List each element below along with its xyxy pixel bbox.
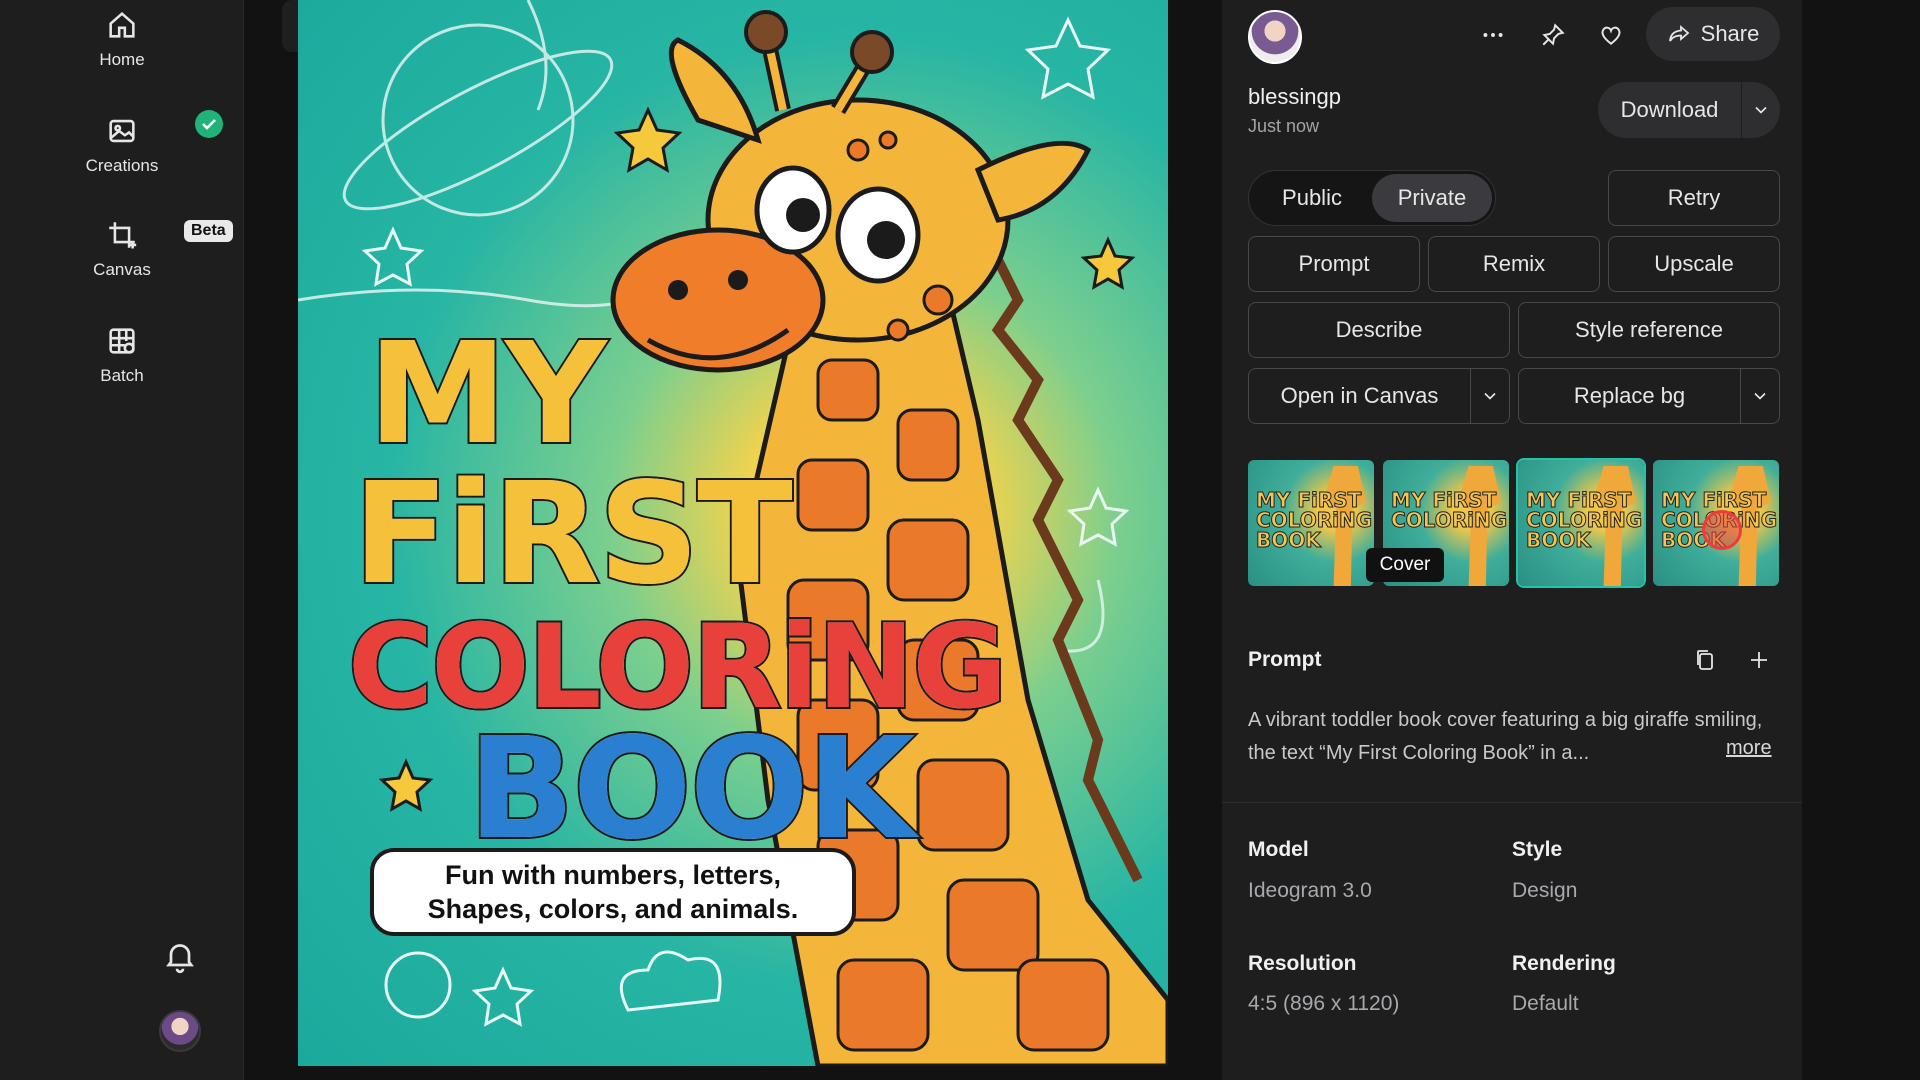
poster-subtitle-line2: Shapes, colors, and animals. xyxy=(427,894,799,924)
more-horizontal-icon xyxy=(1483,33,1503,37)
open-in-canvas-button[interactable]: Open in Canvas xyxy=(1249,383,1470,409)
style-label: Style xyxy=(1512,838,1563,861)
page-background xyxy=(1802,0,1920,1080)
thumbnail[interactable]: MY FiRST COLORiNG BOOK xyxy=(1248,460,1374,586)
remix-button[interactable]: Remix xyxy=(1428,236,1600,292)
prompt-text: A vibrant toddler book cover featuring a… xyxy=(1248,709,1763,764)
more-link[interactable]: more xyxy=(1726,737,1772,760)
sidebar-item-creations[interactable]: Creations xyxy=(0,110,244,176)
plus-icon xyxy=(1751,652,1767,668)
replace-bg-options-button[interactable] xyxy=(1741,386,1779,406)
private-option[interactable]: Private xyxy=(1372,174,1492,222)
pin-button[interactable] xyxy=(1534,16,1572,54)
thumbnail-selected[interactable]: MY FiRST COLORiNG BOOK xyxy=(1516,458,1646,588)
like-button[interactable] xyxy=(1592,16,1630,54)
sidebar: Home Creations Beta Canvas Batch xyxy=(0,0,244,1080)
creator-avatar[interactable] xyxy=(1248,10,1302,64)
chevron-down-icon xyxy=(1484,392,1496,400)
image-icon xyxy=(109,119,135,143)
cursor-indicator xyxy=(1702,510,1742,550)
crop-icon xyxy=(109,222,137,249)
sidebar-item-batch[interactable]: Batch xyxy=(0,324,244,386)
rendering-label: Rendering xyxy=(1512,952,1616,975)
download-options-button[interactable] xyxy=(1742,100,1780,120)
download-button[interactable]: Download xyxy=(1598,97,1741,123)
open-in-canvas-options-button[interactable] xyxy=(1471,386,1509,406)
home-icon xyxy=(109,11,135,38)
resolution-label: Resolution xyxy=(1248,952,1357,975)
heart-icon xyxy=(1601,26,1621,45)
replace-bg-split-button: Replace bg xyxy=(1518,368,1780,424)
poster-title-line4: BOOK xyxy=(466,708,917,871)
prompt-section-title: Prompt xyxy=(1248,648,1322,671)
retry-button[interactable]: Retry xyxy=(1608,170,1780,226)
share-arrow-icon xyxy=(1668,25,1690,42)
poster-title-line1: MY xyxy=(366,313,609,476)
success-check-icon xyxy=(195,110,223,138)
poster-subtitle: Fun with numbers, letters, Shapes, color… xyxy=(370,848,856,936)
replace-bg-button[interactable]: Replace bg xyxy=(1519,383,1740,409)
visibility-toggle: Public Private xyxy=(1248,170,1496,226)
creator-username[interactable]: blessingp xyxy=(1248,84,1341,110)
user-avatar[interactable] xyxy=(159,1010,201,1052)
chevron-down-icon xyxy=(1754,392,1766,400)
share-button[interactable]: Share xyxy=(1646,7,1780,61)
add-prompt-button[interactable] xyxy=(1740,641,1778,679)
created-time: Just now xyxy=(1248,116,1320,136)
more-options-button[interactable] xyxy=(1474,16,1512,54)
variation-thumbnails: MY FiRST COLORiNG BOOK MY FiRST COLORiNG… xyxy=(1248,458,1780,588)
chevron-down-icon xyxy=(1755,106,1767,114)
thumbnail-tooltip: Cover xyxy=(1366,548,1444,582)
sidebar-item-label: Creations xyxy=(85,156,159,175)
grid-icon xyxy=(109,328,135,354)
sidebar-item-canvas[interactable]: Beta Canvas xyxy=(0,218,244,280)
rendering-value: Default xyxy=(1512,992,1579,1015)
sidebar-item-label: Canvas xyxy=(93,260,151,279)
generated-image: MY FiRST COLORiNG BOOK Fun with numbers,… xyxy=(298,0,1168,1066)
model-value: Ideogram 3.0 xyxy=(1248,879,1372,902)
bell-icon[interactable] xyxy=(162,938,198,974)
open-in-canvas-split-button: Open in Canvas xyxy=(1248,368,1510,424)
share-label: Share xyxy=(1700,21,1760,46)
pin-icon xyxy=(1542,23,1565,46)
copy-prompt-button[interactable] xyxy=(1686,641,1724,679)
public-option[interactable]: Public xyxy=(1252,174,1372,222)
describe-button[interactable]: Describe xyxy=(1248,302,1510,358)
sidebar-item-home[interactable]: Home xyxy=(0,8,244,70)
prompt-button[interactable]: Prompt xyxy=(1248,236,1420,292)
beta-badge: Beta xyxy=(184,220,233,242)
upscale-button[interactable]: Upscale xyxy=(1608,236,1780,292)
model-label: Model xyxy=(1248,838,1309,861)
sidebar-item-label: Home xyxy=(99,50,145,69)
divider xyxy=(1222,802,1802,803)
poster-subtitle-line1: Fun with numbers, letters, xyxy=(444,860,782,890)
copy-icon xyxy=(1697,650,1713,670)
sidebar-item-label: Batch xyxy=(100,366,144,385)
resolution-value: 4:5 (896 x 1120) xyxy=(1248,992,1400,1015)
poster-title-line2: FiRST xyxy=(351,453,795,616)
style-value: Design xyxy=(1512,879,1578,902)
download-split-button: Download xyxy=(1598,82,1780,138)
style-reference-button[interactable]: Style reference xyxy=(1518,302,1780,358)
